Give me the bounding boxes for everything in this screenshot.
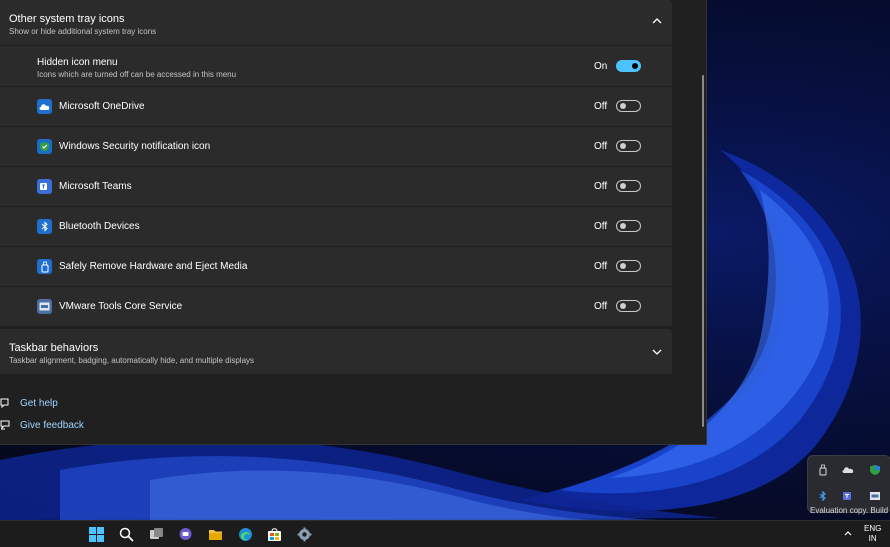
row-state: Off <box>594 221 608 232</box>
store-icon[interactable] <box>266 526 282 542</box>
bluetooth-icon[interactable] <box>817 490 829 502</box>
chat-icon[interactable] <box>177 526 193 542</box>
toggle-knob <box>620 183 626 189</box>
other-tray-icons-header[interactable]: Other system tray icons Show or hide add… <box>0 0 672 45</box>
give-feedback-link[interactable]: Give feedback <box>0 418 200 436</box>
search-icon[interactable] <box>118 526 134 542</box>
hidden-menu-state: On <box>594 61 608 72</box>
group-subtitle: Show or hide additional system tray icon… <box>9 27 157 36</box>
windows-security-icon <box>37 139 52 154</box>
row-onedrive: Microsoft OneDrive Off <box>0 87 672 126</box>
chevron-down-icon[interactable] <box>650 345 664 359</box>
windows-start-icon[interactable] <box>88 526 104 542</box>
toggle-knob <box>620 303 626 309</box>
windows-security-icon[interactable] <box>869 464 881 476</box>
edge-icon[interactable] <box>237 526 253 542</box>
get-help-link[interactable]: Get help <box>0 396 200 414</box>
file-explorer-icon[interactable] <box>207 526 223 542</box>
onedrive-icon[interactable] <box>842 464 854 476</box>
language-indicator[interactable]: ENG IN <box>864 524 881 544</box>
vmware-icon[interactable] <box>869 490 881 502</box>
taskbar-behaviors-header[interactable]: Taskbar behaviors Taskbar alignment, bad… <box>0 329 672 374</box>
chevron-up-icon[interactable] <box>843 528 853 538</box>
row-label: Safely Remove Hardware and Eject Media <box>59 261 248 272</box>
toggle-knob <box>620 263 626 269</box>
vmware-icon <box>37 299 52 314</box>
region-code: IN <box>868 534 877 543</box>
toggle-knob <box>620 223 626 229</box>
row-state: Off <box>594 181 608 192</box>
tray-overflow-flyout <box>807 455 890 513</box>
row-label: Windows Security notification icon <box>59 141 211 152</box>
row-windows-security: Windows Security notification icon Off <box>0 127 672 166</box>
taskbar: ENG IN <box>0 520 890 547</box>
settings-icon[interactable] <box>296 526 312 542</box>
toggle-knob <box>620 103 626 109</box>
task-view-icon[interactable] <box>148 526 164 542</box>
row-label: VMware Tools Core Service <box>59 301 183 312</box>
evaluation-watermark: Evaluation copy. Build <box>810 506 889 515</box>
group-title: Taskbar behaviors <box>9 342 99 354</box>
row-label: Microsoft Teams <box>59 181 132 192</box>
row-label: Bluetooth Devices <box>59 221 140 232</box>
hidden-menu-title: Hidden icon menu <box>37 57 118 68</box>
row-vmware: VMware Tools Core Service Off <box>0 287 672 326</box>
onedrive-icon <box>37 99 52 114</box>
group-title: Other system tray icons <box>9 13 125 25</box>
toggle-knob <box>620 143 626 149</box>
onedrive-toggle[interactable] <box>616 100 641 112</box>
hidden-menu-subtitle: Icons which are turned off can be access… <box>37 70 237 79</box>
row-state: Off <box>594 101 608 112</box>
row-state: Off <box>594 261 608 272</box>
row-bluetooth: Bluetooth Devices Off <box>0 207 672 246</box>
row-safely-remove: Safely Remove Hardware and Eject Media O… <box>0 247 672 286</box>
toggle-knob <box>632 63 638 69</box>
help-icon <box>0 398 9 409</box>
windows-security-toggle[interactable] <box>616 140 641 152</box>
get-help-text[interactable]: Get help <box>20 398 58 409</box>
chevron-up-icon[interactable] <box>650 14 664 28</box>
scrollbar[interactable] <box>702 75 704 427</box>
give-feedback-text[interactable]: Give feedback <box>20 420 84 431</box>
feedback-icon <box>0 420 10 430</box>
vmware-toggle[interactable] <box>616 300 641 312</box>
hidden-icon-menu-row: Hidden icon menu Icons which are turned … <box>0 46 672 86</box>
language-code: ENG <box>864 524 882 533</box>
row-state: Off <box>594 141 608 152</box>
row-state: Off <box>594 301 608 312</box>
usb-drive-icon <box>37 259 52 274</box>
usb-drive-icon[interactable] <box>817 464 829 476</box>
teams-toggle[interactable] <box>616 180 641 192</box>
bluetooth-toggle[interactable] <box>616 220 641 232</box>
hidden-menu-toggle[interactable] <box>616 60 641 72</box>
settings-window: Other system tray icons Show or hide add… <box>0 0 707 445</box>
group-subtitle: Taskbar alignment, badging, automaticall… <box>9 356 255 365</box>
teams-icon[interactable] <box>842 490 854 502</box>
teams-icon <box>37 179 52 194</box>
row-teams: Microsoft Teams Off <box>0 167 672 206</box>
bluetooth-icon <box>37 219 52 234</box>
row-label: Microsoft OneDrive <box>59 101 145 112</box>
safely-remove-toggle[interactable] <box>616 260 641 272</box>
